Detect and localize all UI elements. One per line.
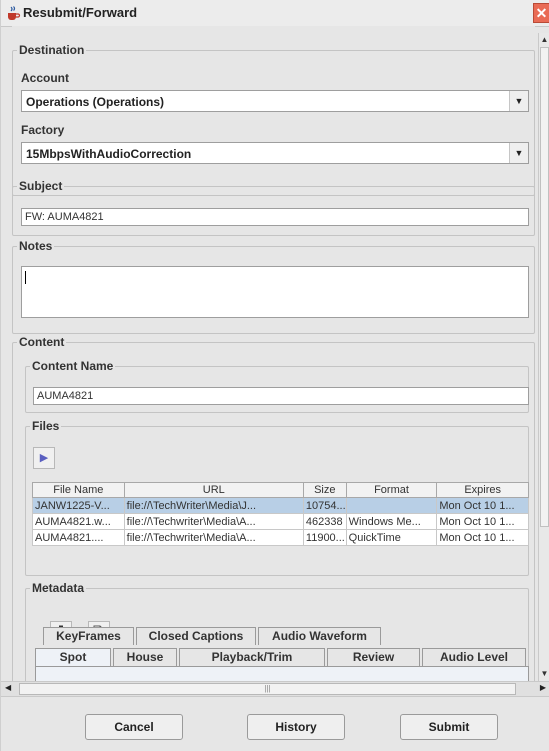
tab-review[interactable]: Review [327, 648, 420, 666]
content-name-legend: Content Name [30, 359, 116, 373]
size-cell: 462338 [302, 513, 347, 530]
chevron-down-icon[interactable]: ▼ [509, 143, 528, 163]
tab-closed-captions[interactable]: Closed Captions [136, 627, 256, 645]
table-row[interactable]: JANW1225-V... file://\TechWriter\Media\J… [32, 497, 529, 514]
size-cell: 10754... [302, 497, 347, 514]
table-row[interactable]: AUMA4821.w... file://\Techwriter\Media\A… [32, 513, 529, 530]
notes-legend: Notes [17, 239, 55, 253]
tab-audio-waveform[interactable]: Audio Waveform [258, 627, 381, 645]
scroll-up-icon[interactable]: ▲ [539, 33, 549, 47]
resubmit-forward-dialog: Resubmit/Forward ✕ Destination Account O… [0, 0, 549, 751]
scroll-down-icon[interactable]: ▼ [539, 667, 549, 681]
dialog-footer: Cancel History Submit [1, 697, 549, 751]
tab-house[interactable]: House [113, 648, 177, 666]
vertical-scrollbar[interactable]: ▲ ▼ [538, 33, 549, 681]
tab-spot[interactable]: Spot [35, 648, 111, 666]
account-label: Account [21, 71, 69, 85]
tab-playback-trim[interactable]: Playback/Trim [179, 648, 325, 666]
expires-cell: Mon Oct 10 1... [436, 513, 529, 530]
account-select[interactable]: Operations (Operations) ▼ [21, 90, 529, 112]
subject-legend: Subject [17, 179, 65, 193]
horizontal-scroll-thumb[interactable]: ||| [19, 683, 516, 695]
column-header-url[interactable]: URL [123, 482, 304, 498]
factory-select[interactable]: 15MbpsWithAudioCorrection ▼ [21, 142, 529, 164]
scroll-left-icon[interactable]: ◀ [5, 683, 11, 692]
format-cell: Windows Me... [345, 513, 438, 530]
dialog-content: Destination Account Operations (Operatio… [12, 26, 535, 681]
cancel-button[interactable]: Cancel [85, 714, 183, 740]
column-header-format[interactable]: Format [345, 482, 438, 498]
column-header-size[interactable]: Size [302, 482, 347, 498]
title-bar[interactable]: Resubmit/Forward ✕ [1, 0, 549, 27]
factory-value: 15MbpsWithAudioCorrection [26, 147, 192, 161]
url-cell: file://\Techwriter\Media\A... [123, 529, 304, 546]
notes-textarea[interactable] [21, 266, 529, 318]
close-icon: ✕ [535, 5, 548, 21]
metadata-legend: Metadata [30, 581, 87, 595]
expires-cell: Mon Oct 10 1... [436, 497, 529, 514]
close-button[interactable]: ✕ [533, 3, 549, 23]
account-value: Operations (Operations) [26, 95, 165, 109]
url-cell: file://\TechWriter\Media\J... [123, 497, 304, 514]
table-row[interactable]: AUMA4821.... file://\Techwriter\Media\A.… [32, 529, 529, 546]
file-name-cell: AUMA4821.... [32, 529, 125, 546]
expires-cell: Mon Oct 10 1... [436, 529, 529, 546]
destination-legend: Destination [17, 43, 87, 57]
horizontal-scrollbar[interactable]: ◀ ||| ▶ [1, 681, 549, 697]
column-header-file-name[interactable]: File Name [32, 482, 125, 498]
file-name-cell: JANW1225-V... [32, 497, 125, 514]
spot-tab-panel [35, 666, 529, 681]
column-header-expires[interactable]: Expires [436, 482, 529, 498]
destination-group: Destination [12, 43, 535, 196]
tab-audio-level[interactable]: Audio Level [422, 648, 526, 666]
play-icon: ▶ [39, 452, 49, 464]
subject-input[interactable]: FW: AUMA4821 [21, 208, 529, 226]
format-cell: QuickTime [345, 529, 438, 546]
java-cup-icon [8, 6, 21, 20]
window-title: Resubmit/Forward [23, 5, 138, 20]
format-cell [345, 497, 438, 514]
play-button[interactable]: ▶ [33, 447, 55, 469]
content-name-input[interactable]: AUMA4821 [33, 387, 529, 405]
chevron-down-icon[interactable]: ▼ [509, 91, 528, 111]
scroll-right-icon[interactable]: ▶ [540, 683, 546, 692]
text-caret [25, 271, 26, 284]
file-name-cell: AUMA4821.w... [32, 513, 125, 530]
files-table: File Name URL Size Format Expires JANW12… [32, 482, 529, 546]
factory-label: Factory [21, 123, 65, 137]
vertical-scroll-thumb[interactable] [540, 47, 549, 527]
files-legend: Files [30, 419, 62, 433]
url-cell: file://\Techwriter\Media\A... [123, 513, 304, 530]
tab-keyframes[interactable]: KeyFrames [43, 627, 134, 645]
submit-button[interactable]: Submit [400, 714, 498, 740]
history-button[interactable]: History [247, 714, 345, 740]
files-table-header: File Name URL Size Format Expires [32, 482, 529, 498]
content-legend: Content [17, 335, 67, 349]
size-cell: 11900... [302, 529, 347, 546]
